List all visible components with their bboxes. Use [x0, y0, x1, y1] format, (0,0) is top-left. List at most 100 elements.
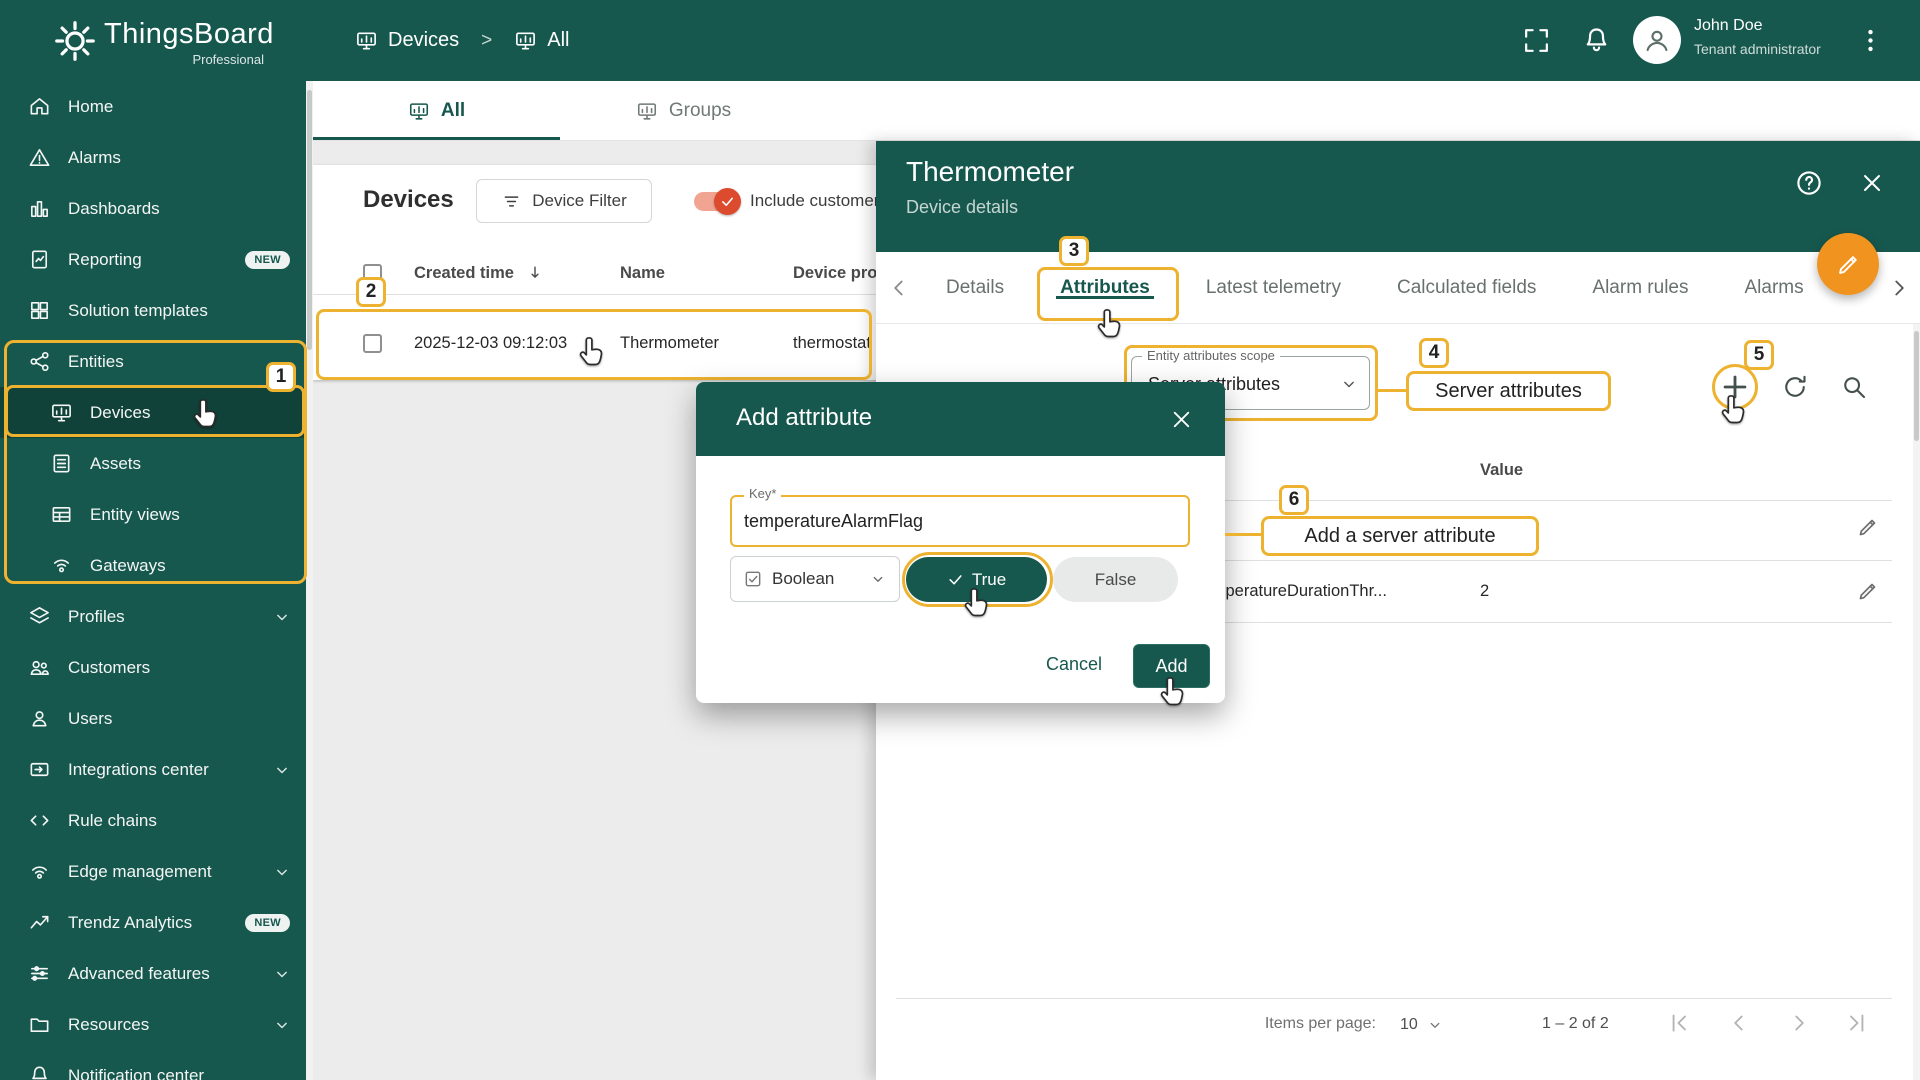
tab-all[interactable]: All [313, 81, 560, 140]
sidebar-item-integrations-center[interactable]: Integrations center [0, 744, 306, 795]
last-page-icon[interactable] [1844, 1010, 1870, 1036]
avatar[interactable] [1633, 16, 1681, 64]
true-label: True [971, 569, 1007, 589]
true-toggle-button[interactable]: True [906, 557, 1047, 602]
help-icon[interactable] [1794, 168, 1824, 198]
false-toggle-button[interactable]: False [1053, 557, 1178, 602]
sidebar-item-gateways[interactable]: Gateways [0, 540, 306, 591]
key-input[interactable] [744, 497, 1174, 545]
tab-latest-telemetry[interactable]: Latest telemetry [1206, 277, 1341, 299]
check-icon [720, 194, 735, 209]
sidebar-item-trendz-analytics[interactable]: Trendz Analytics NEW [0, 897, 306, 948]
include-customers-label: Include customers [750, 191, 888, 210]
sidebar-item-entity-views[interactable]: Entity views [0, 489, 306, 540]
sidebar-item-users[interactable]: Users [0, 693, 306, 744]
profiles-icon [28, 605, 51, 628]
next-page-icon[interactable] [1786, 1010, 1812, 1036]
edit-fab-button[interactable] [1817, 233, 1879, 295]
entities-icon [28, 350, 51, 373]
sidebar-item-label: Advanced features [68, 963, 210, 983]
pagination-range: 1 – 2 of 2 [1542, 1015, 1609, 1032]
sidebar-item-label: Alarms [68, 147, 121, 167]
plus-icon [1718, 370, 1752, 404]
column-value[interactable]: Value [1480, 461, 1523, 480]
cancel-button[interactable]: Cancel [1046, 654, 1102, 675]
select-all-checkbox[interactable] [363, 264, 382, 283]
sidebar-item-label: Solution templates [68, 300, 208, 320]
add-attribute-dialog: Add attribute Key* Boolean True False Ca… [696, 382, 1225, 703]
sidebar-item-devices[interactable]: Devices [0, 387, 306, 438]
sidebar-item-advanced-features[interactable]: Advanced features [0, 948, 306, 999]
edit-attribute-button[interactable] [1856, 515, 1880, 539]
chevron-down-icon [272, 964, 292, 984]
panel-header: Thermometer Device details [876, 141, 1920, 252]
column-created-time[interactable]: Created time [414, 264, 514, 283]
sidebar-item-customers[interactable]: Customers [0, 642, 306, 693]
breadcrumb-devices[interactable]: Devices [388, 29, 459, 52]
sidebar-item-assets[interactable]: Assets [0, 438, 306, 489]
person-icon [1642, 25, 1672, 55]
sidebar-item-profiles[interactable]: Profiles [0, 591, 306, 642]
chevron-down-icon [272, 607, 292, 627]
tab-details[interactable]: Details [946, 277, 1004, 299]
search-button[interactable] [1839, 372, 1869, 402]
pencil-icon [1856, 579, 1880, 603]
sidebar-item-resources[interactable]: Resources [0, 999, 306, 1050]
previous-page-icon[interactable] [1726, 1010, 1752, 1036]
resources-icon [28, 1013, 51, 1036]
tab-alarm-rules[interactable]: Alarm rules [1592, 277, 1688, 299]
refresh-button[interactable] [1780, 372, 1810, 402]
gateways-icon [50, 554, 73, 577]
tab-calculated-fields[interactable]: Calculated fields [1397, 277, 1536, 299]
sidebar-item-home[interactable]: Home [0, 81, 306, 132]
tab-label: Details [946, 276, 1005, 298]
value-type-value: Boolean [772, 569, 835, 588]
sidebar-item-label: Devices [90, 402, 151, 422]
chevron-down-icon [1426, 1016, 1444, 1034]
tab-groups[interactable]: Groups [560, 81, 807, 140]
sidebar-item-entities[interactable]: Entities [0, 336, 306, 387]
close-icon[interactable] [1168, 406, 1195, 433]
tabs-scroll-left-icon[interactable] [886, 275, 912, 301]
sidebar-item-edge-management[interactable]: Edge management [0, 846, 306, 897]
kebab-menu-icon[interactable] [1855, 25, 1886, 56]
table-row[interactable]: 2025-12-03 09:12:03 Thermometer thermost… [313, 295, 958, 380]
solution-templates-icon [28, 299, 51, 322]
devices-breadcrumb-icon [355, 29, 378, 52]
edit-attribute-button[interactable] [1856, 579, 1880, 603]
include-customers-toggle[interactable] [694, 188, 741, 215]
fullscreen-icon[interactable] [1521, 25, 1552, 56]
refresh-icon [1780, 372, 1810, 402]
column-name[interactable]: Name [620, 264, 665, 283]
tab-alarms[interactable]: Alarms [1744, 277, 1803, 299]
sidebar-item-reporting[interactable]: Reporting NEW [0, 234, 306, 285]
sort-descending-icon[interactable] [525, 263, 545, 283]
breadcrumb-all[interactable]: All [547, 29, 569, 52]
thingsboard-logo-icon [52, 18, 98, 64]
notifications-bell-icon[interactable] [1581, 25, 1612, 56]
sidebar-item-label: Reporting [68, 249, 142, 269]
sidebar-scrollbar-thumb[interactable] [307, 90, 312, 350]
sidebar-item-notification-center[interactable]: Notification center [0, 1050, 306, 1080]
add-attribute-button[interactable] [1718, 370, 1752, 404]
items-per-page-select[interactable]: 10 [1400, 1009, 1476, 1041]
sidebar-item-rule-chains[interactable]: Rule chains [0, 795, 306, 846]
tabs-scroll-right-icon[interactable] [1886, 275, 1912, 301]
panel-title: Thermometer [906, 156, 1075, 187]
add-button[interactable]: Add [1133, 644, 1210, 688]
sidebar-item-dashboards[interactable]: Dashboards [0, 183, 306, 234]
panel-scrollbar-thumb[interactable] [1914, 331, 1919, 441]
row-checkbox[interactable] [363, 334, 382, 353]
value-type-select[interactable]: Boolean [730, 556, 900, 602]
devices-card: Devices Device Filter Include customers … [313, 165, 958, 380]
tab-attributes[interactable]: Attributes [1056, 277, 1154, 299]
dashboards-icon [28, 197, 51, 220]
sidebar-item-label: Entity views [90, 504, 180, 524]
sidebar-item-alarms[interactable]: Alarms [0, 132, 306, 183]
key-field[interactable] [730, 495, 1190, 547]
sidebar-item-label: Resources [68, 1014, 150, 1034]
sidebar-item-solution-templates[interactable]: Solution templates [0, 285, 306, 336]
close-icon[interactable] [1858, 169, 1886, 197]
first-page-icon[interactable] [1666, 1010, 1692, 1036]
device-filter-button[interactable]: Device Filter [476, 179, 652, 223]
